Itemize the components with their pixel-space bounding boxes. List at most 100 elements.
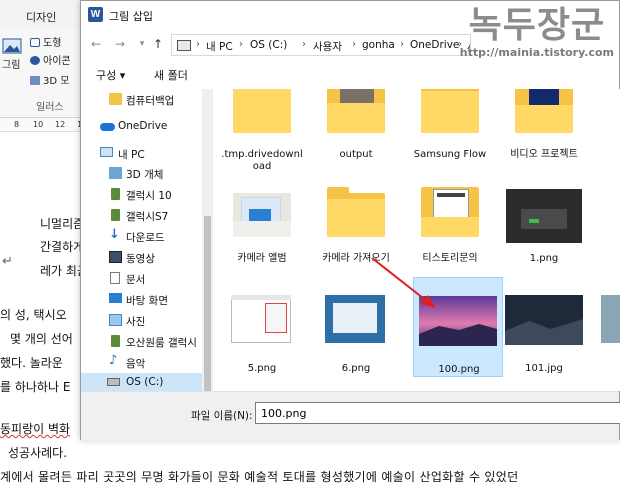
- nav-item-this-pc[interactable]: 내 PC: [81, 144, 201, 164]
- nav-item-label: 3D 개체: [126, 169, 164, 181]
- up-arrow-icon[interactable]: ↑: [151, 37, 165, 51]
- file-name: 카메라 가져오기: [322, 253, 390, 264]
- ribbon-insert-group: 그림 도형 아이콘 3D 모 일러스: [0, 30, 90, 118]
- icons-label: 아이콘: [43, 56, 71, 67]
- phone-icon: [111, 209, 120, 221]
- doc-text-line: 의 성, 택시오: [0, 308, 67, 322]
- image-file-item[interactable]: 1.png: [499, 181, 589, 275]
- breadcrumb-separator-icon[interactable]: ›: [239, 39, 243, 50]
- nav-item-videos[interactable]: 동영상: [81, 248, 201, 268]
- file-name: 비디오 프로젝트: [510, 149, 578, 160]
- image-file-item[interactable]: 6.png: [311, 277, 401, 375]
- folder-item[interactable]: .tmp.drivedownl oad: [217, 89, 307, 179]
- folder-item[interactable]: 티스토리문의: [405, 181, 495, 275]
- new-folder-button[interactable]: 새 폴더: [154, 67, 188, 83]
- computer-icon: [100, 147, 113, 157]
- file-name: 1.png: [529, 253, 559, 264]
- icons-button[interactable]: 아이콘: [30, 52, 71, 67]
- breadcrumb-users[interactable]: 사용자: [313, 39, 342, 54]
- file-name: output: [339, 149, 373, 160]
- image-file-item-selected[interactable]: 100.png: [413, 277, 503, 377]
- address-bar[interactable]: › 내 PC › OS (C:) › 사용자 › gonha › OneDriv…: [171, 34, 471, 56]
- nav-item-label: 문서: [126, 274, 146, 286]
- breadcrumb-separator-icon[interactable]: ›: [302, 39, 306, 50]
- 3d-models-button[interactable]: 3D 모: [30, 72, 69, 87]
- watermark: 녹두장군 http://mainia.tistory.com: [460, 2, 614, 59]
- nav-item-galaxy-s7[interactable]: 갤럭시S7: [81, 206, 201, 226]
- breadcrumb-os-drive[interactable]: OS (C:): [250, 39, 287, 51]
- nav-pane-scrollbar-thumb[interactable]: [204, 216, 211, 391]
- recent-locations-chevron-icon[interactable]: ▾: [135, 37, 149, 51]
- image-thumbnail: [593, 277, 620, 359]
- forward-arrow-icon[interactable]: →: [113, 37, 127, 51]
- nav-item-label: 다운로드: [126, 232, 165, 244]
- nav-item-documents[interactable]: 문서: [81, 269, 201, 289]
- nav-item-galaxy-10[interactable]: 갤럭시 10: [81, 185, 201, 205]
- word-app-icon: W: [88, 7, 103, 22]
- nav-item-label: OneDrive: [118, 120, 168, 132]
- folder-item[interactable]: 카메라 앨범: [217, 181, 307, 275]
- breadcrumb-separator-icon[interactable]: ›: [196, 39, 200, 50]
- breadcrumb-gonha[interactable]: gonha: [362, 39, 395, 51]
- nav-item-computer-backup[interactable]: 컴퓨터백업: [81, 90, 201, 110]
- back-arrow-icon[interactable]: ←: [89, 37, 103, 51]
- image-file-item[interactable]: 5.png: [217, 277, 307, 375]
- breadcrumb-separator-icon[interactable]: ›: [352, 39, 356, 50]
- nav-item-3d-objects[interactable]: 3D 개체: [81, 164, 201, 184]
- nav-item-downloads[interactable]: ↓ 다운로드: [81, 227, 201, 247]
- folder-item[interactable]: Samsung Flow: [405, 89, 495, 179]
- folder-item[interactable]: 비디오 프로젝트: [499, 89, 589, 179]
- cube-icon: [30, 76, 40, 85]
- image-file-item[interactable]: 101.jpg: [499, 277, 589, 375]
- desktop-icon: [109, 293, 122, 303]
- image-preview-menu: [265, 303, 287, 333]
- horizontal-ruler: 8 10 12 1: [0, 118, 90, 132]
- nav-pane-scrollbar[interactable]: [202, 89, 213, 391]
- nav-item-osan-galaxy[interactable]: 오산원룸 갤럭시: [81, 332, 201, 352]
- doc-text-line: 간결하게: [40, 240, 85, 254]
- nav-item-label: 오산원룸 갤럭시: [126, 337, 197, 349]
- phone-icon: [111, 335, 120, 347]
- ribbon-tab-bar: 디자인: [0, 0, 90, 30]
- cube-icon: [109, 167, 122, 179]
- folder-icon: [109, 93, 122, 105]
- nav-item-pictures[interactable]: 사진: [81, 311, 201, 331]
- file-name-input[interactable]: [255, 402, 620, 424]
- tab-design[interactable]: 디자인: [26, 9, 56, 25]
- dialog-title: 그림 삽입: [109, 10, 153, 23]
- file-name: 카메라 앨범: [237, 253, 287, 264]
- shapes-label: 도형: [43, 38, 62, 49]
- nav-item-label: 사진: [126, 316, 146, 328]
- doc-text-line: 몇 개의 선어: [10, 332, 73, 346]
- file-name: 100.png: [438, 364, 480, 375]
- breadcrumb-onedrive[interactable]: OneDrive: [410, 39, 459, 51]
- nav-item-music[interactable]: ♪ 음악: [81, 353, 201, 373]
- ruler-tick: 12: [55, 120, 66, 129]
- screenshot-preview-line: [437, 193, 465, 197]
- image-preview-dialog: [521, 209, 567, 229]
- folder-item[interactable]: output: [311, 89, 401, 179]
- breadcrumb-my-pc[interactable]: 내 PC: [206, 39, 233, 54]
- image-file-item[interactable]: [593, 277, 620, 375]
- paragraph-mark-icon: ↵: [2, 254, 13, 269]
- icons-icon: [30, 56, 40, 65]
- image-preview-shape: [249, 209, 271, 221]
- shapes-button[interactable]: 도형: [30, 34, 61, 49]
- folder-item[interactable]: 카메라 가져오기: [311, 181, 401, 275]
- organize-button[interactable]: 구성 ▾: [96, 67, 125, 83]
- folder-with-image-icon: [217, 181, 307, 263]
- nav-item-desktop[interactable]: 바탕 화면: [81, 290, 201, 310]
- breadcrumb-separator-icon[interactable]: ›: [400, 39, 404, 50]
- file-name: .tmp.drivedownl oad: [221, 149, 303, 172]
- image-thumbnail: [414, 278, 504, 360]
- nav-item-os-drive[interactable]: OS (C:): [81, 373, 202, 391]
- picture-button[interactable]: 그림: [2, 38, 22, 71]
- nav-item-label: 갤럭시 10: [126, 190, 172, 202]
- address-pc-icon: [177, 40, 191, 51]
- file-name: 6.png: [341, 363, 371, 374]
- nav-item-onedrive[interactable]: OneDrive: [81, 117, 201, 137]
- navigation-pane: 컴퓨터백업 OneDrive 내 PC 3D 개체 갤럭시 10 갤럭시S7 ↓…: [81, 89, 213, 391]
- image-preview-titlebar: [231, 295, 291, 300]
- insert-picture-dialog: W 그림 삽입 ← → ▾ ↑ › 내 PC › OS (C:) › 사용자 ›…: [80, 0, 620, 441]
- picture-icon: [2, 38, 22, 54]
